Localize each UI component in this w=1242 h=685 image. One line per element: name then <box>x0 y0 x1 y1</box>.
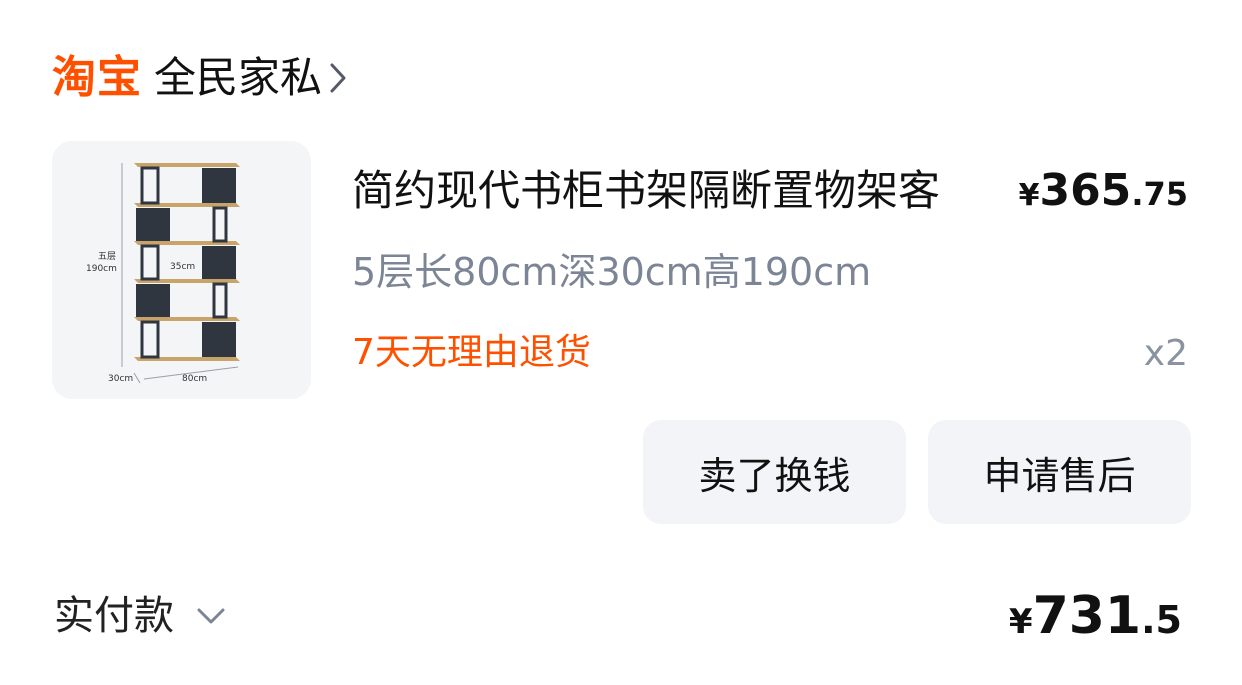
price-integer: 365 <box>1039 165 1132 216</box>
price-currency: ¥ <box>1018 178 1040 213</box>
paid-currency: ¥ <box>1008 602 1033 642</box>
payment-summary[interactable]: 实付款 <box>54 588 226 644</box>
price-decimal: .75 <box>1131 175 1188 213</box>
depth-label: 30cm <box>108 374 133 384</box>
width-label: 80cm <box>182 374 207 384</box>
after-sales-button[interactable]: 申请售后 <box>928 420 1191 524</box>
shop-header[interactable]: 淘宝 全民家私 <box>52 48 348 108</box>
sell-button[interactable]: 卖了换钱 <box>643 420 906 524</box>
height-label: 190cm <box>86 264 117 274</box>
paid-label: 实付款 <box>54 593 174 639</box>
bookshelf-product-image: 五层 190cm 35cm 30cm 80cm <box>86 163 240 384</box>
shop-name[interactable]: 全民家私 <box>154 57 322 99</box>
item-title[interactable]: 简约现代书柜书架隔断置物架客 <box>352 163 940 219</box>
layers-label: 五层 <box>98 251 116 262</box>
paid-decimal: .5 <box>1141 598 1182 642</box>
service-badge: 7天无理由退货 <box>352 332 591 373</box>
paid-amount: ¥731.5 <box>1009 583 1182 661</box>
item-price: ¥365.75 <box>1019 163 1188 228</box>
item-spec: 5层长80cm深30cm高190cm <box>352 250 872 294</box>
chevron-down-icon[interactable] <box>196 607 226 625</box>
paid-integer: 731 <box>1032 586 1142 646</box>
taobao-logo: 淘宝 <box>52 52 142 103</box>
item-quantity: x2 <box>1143 333 1188 374</box>
chevron-right-icon[interactable] <box>328 61 348 95</box>
product-thumbnail[interactable]: 五层 190cm 35cm 30cm 80cm <box>52 141 311 399</box>
gap-label: 35cm <box>170 262 195 272</box>
